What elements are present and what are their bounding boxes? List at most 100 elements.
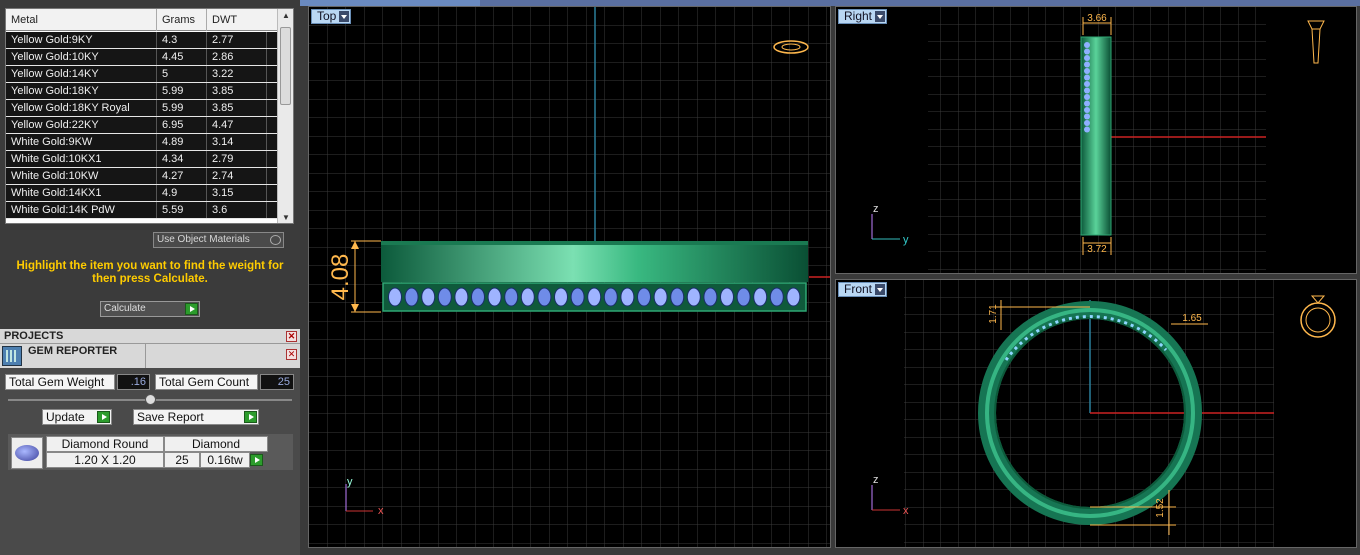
- total-gem-count-label: Total Gem Count: [155, 374, 258, 390]
- table-row[interactable]: White Gold:14K PdW 5.59 3.6: [6, 202, 278, 219]
- dwt-cell: 3.22: [207, 66, 267, 82]
- gem-stone: [1084, 55, 1090, 61]
- front-view-canvas: 1.71 1.65 1.52 z x: [871, 280, 1336, 547]
- grams-cell: 5.99: [157, 83, 207, 99]
- gem-stone: [1084, 87, 1090, 94]
- save-report-label: Save Report: [137, 410, 204, 424]
- viewport-right-label[interactable]: Right: [838, 9, 888, 24]
- calculate-button[interactable]: Calculate: [100, 301, 200, 317]
- gem-stone: [437, 287, 452, 307]
- grams-cell: 5: [157, 66, 207, 82]
- play-arrow-icon[interactable]: [185, 303, 198, 315]
- viewport-right[interactable]: 3.66 3.72 z y Right: [835, 6, 1357, 274]
- close-projects-icon[interactable]: ✕: [286, 331, 297, 342]
- left-panel: Metal Grams DWT Yellow Gold:9KY 4.3 2.77 Ye…: [0, 0, 300, 555]
- right-dim-bottom: 3.72: [1087, 244, 1107, 255]
- axis-y-label: y: [903, 234, 909, 246]
- viewport-front[interactable]: 1.71 1.65 1.52 z x Front: [835, 279, 1357, 548]
- metal-cell: White Gold:10KW: [6, 168, 157, 184]
- column-header-metal[interactable]: Metal: [6, 9, 157, 31]
- scroll-up-arrow-icon[interactable]: ▲: [278, 9, 293, 23]
- chevron-down-icon[interactable]: [875, 284, 886, 295]
- right-view-canvas: 3.66 3.72 z y: [871, 7, 1325, 273]
- axis-x-label: x: [903, 505, 909, 517]
- top-dim-height: 4.08: [327, 254, 354, 301]
- dwt-cell: 3.6: [207, 202, 267, 218]
- splitter-handle[interactable]: [145, 394, 156, 405]
- gem-reporter-header: GEM REPORTER ✕: [0, 344, 300, 368]
- viewport-front-label[interactable]: Front: [838, 282, 888, 297]
- grams-cell: 4.27: [157, 168, 207, 184]
- gem-list-item[interactable]: Diamond Round Diamond 1.20 X 1.20 25 0.1…: [8, 434, 293, 470]
- gem-stone: [471, 287, 485, 307]
- gem-stone: [603, 287, 618, 307]
- gem-count: 25: [164, 452, 200, 468]
- gem-stone: [520, 287, 535, 307]
- use-object-materials-toggle[interactable]: Use Object Materials: [153, 232, 284, 248]
- scroll-thumb[interactable]: [280, 27, 291, 105]
- metal-table-scrollbar[interactable]: ▲ ▼: [277, 9, 293, 223]
- table-row[interactable]: White Gold:10KW 4.27 2.74: [6, 168, 278, 185]
- gem-stone: [587, 287, 602, 307]
- gem-stone: [1084, 74, 1090, 81]
- gem-stone: [703, 287, 718, 307]
- table-row[interactable]: Yellow Gold:9KY 4.3 2.77: [6, 32, 278, 49]
- column-header-grams[interactable]: Grams: [157, 9, 207, 31]
- update-button[interactable]: Update: [42, 409, 112, 425]
- ring-preview-front-icon: [1300, 295, 1336, 338]
- gem-stone: [421, 287, 436, 307]
- metal-cell: Yellow Gold:9KY: [6, 32, 157, 48]
- play-arrow-icon[interactable]: [244, 411, 257, 423]
- viewport-top[interactable]: 4.08 y x Top: [308, 6, 831, 548]
- metal-cell: White Gold:14KX1: [6, 185, 157, 201]
- grams-cell: 5.99: [157, 100, 207, 116]
- grams-cell: 4.34: [157, 151, 207, 167]
- gem-stone: [487, 287, 502, 307]
- column-header-dwt[interactable]: DWT: [207, 9, 278, 31]
- viewport-front-name: Front: [844, 282, 873, 296]
- gem-stone: [554, 287, 568, 307]
- ring-preview-right-icon: [1307, 20, 1325, 64]
- grams-cell: 4.9: [157, 185, 207, 201]
- gem-stone: [1084, 81, 1090, 87]
- gem-stone: [769, 287, 784, 307]
- gem-stone: [1084, 126, 1090, 133]
- dwt-cell: 3.85: [207, 100, 267, 116]
- radio-icon[interactable]: [270, 235, 281, 245]
- axis-y-label: y: [347, 476, 353, 488]
- gem-stone: [637, 287, 651, 307]
- table-row[interactable]: White Gold:14KX1 4.9 3.15: [6, 185, 278, 202]
- viewport-top-label[interactable]: Top: [311, 9, 352, 24]
- axis-z-label: z: [873, 474, 879, 486]
- play-arrow-icon[interactable]: [250, 454, 263, 466]
- gem-cut: Diamond Round: [46, 436, 164, 452]
- gem-stone: [1084, 48, 1090, 55]
- scroll-down-arrow-icon[interactable]: ▼: [278, 211, 293, 223]
- table-row[interactable]: Yellow Gold:18KY 5.99 3.85: [6, 83, 278, 100]
- close-gem-reporter-icon[interactable]: ✕: [286, 349, 297, 360]
- chevron-down-icon[interactable]: [875, 11, 886, 22]
- table-row[interactable]: Yellow Gold:10KY 4.45 2.86: [6, 49, 278, 66]
- chevron-down-icon[interactable]: [339, 11, 350, 22]
- dwt-cell: 2.74: [207, 168, 267, 184]
- grams-cell: 6.95: [157, 117, 207, 133]
- gem-stone: [454, 287, 469, 307]
- dwt-cell: 2.77: [207, 32, 267, 48]
- table-row[interactable]: Yellow Gold:14KY 5 3.22: [6, 66, 278, 83]
- calculate-hint: Highlight the item you want to find the …: [16, 260, 284, 285]
- metal-table-header: Metal Grams DWT: [6, 9, 278, 31]
- table-row[interactable]: Yellow Gold:22KY 6.95 4.47: [6, 117, 278, 134]
- dwt-cell: 2.86: [207, 49, 267, 65]
- table-row[interactable]: Yellow Gold:18KY Royal 5.99 3.85: [6, 100, 278, 117]
- play-arrow-icon[interactable]: [97, 411, 110, 423]
- gem-stone: [1084, 120, 1090, 126]
- table-row[interactable]: White Gold:9KW 4.89 3.14: [6, 134, 278, 151]
- metal-cell: Yellow Gold:18KY Royal: [6, 100, 157, 116]
- table-row[interactable]: White Gold:10KX1 4.34 2.79: [6, 151, 278, 168]
- save-report-button[interactable]: Save Report: [133, 409, 259, 425]
- gem-stone: [1084, 68, 1090, 74]
- right-dim-top: 3.66: [1087, 13, 1107, 24]
- gem-stone: [786, 287, 801, 307]
- gem-stone: [670, 287, 685, 307]
- gem-stone: [388, 287, 402, 307]
